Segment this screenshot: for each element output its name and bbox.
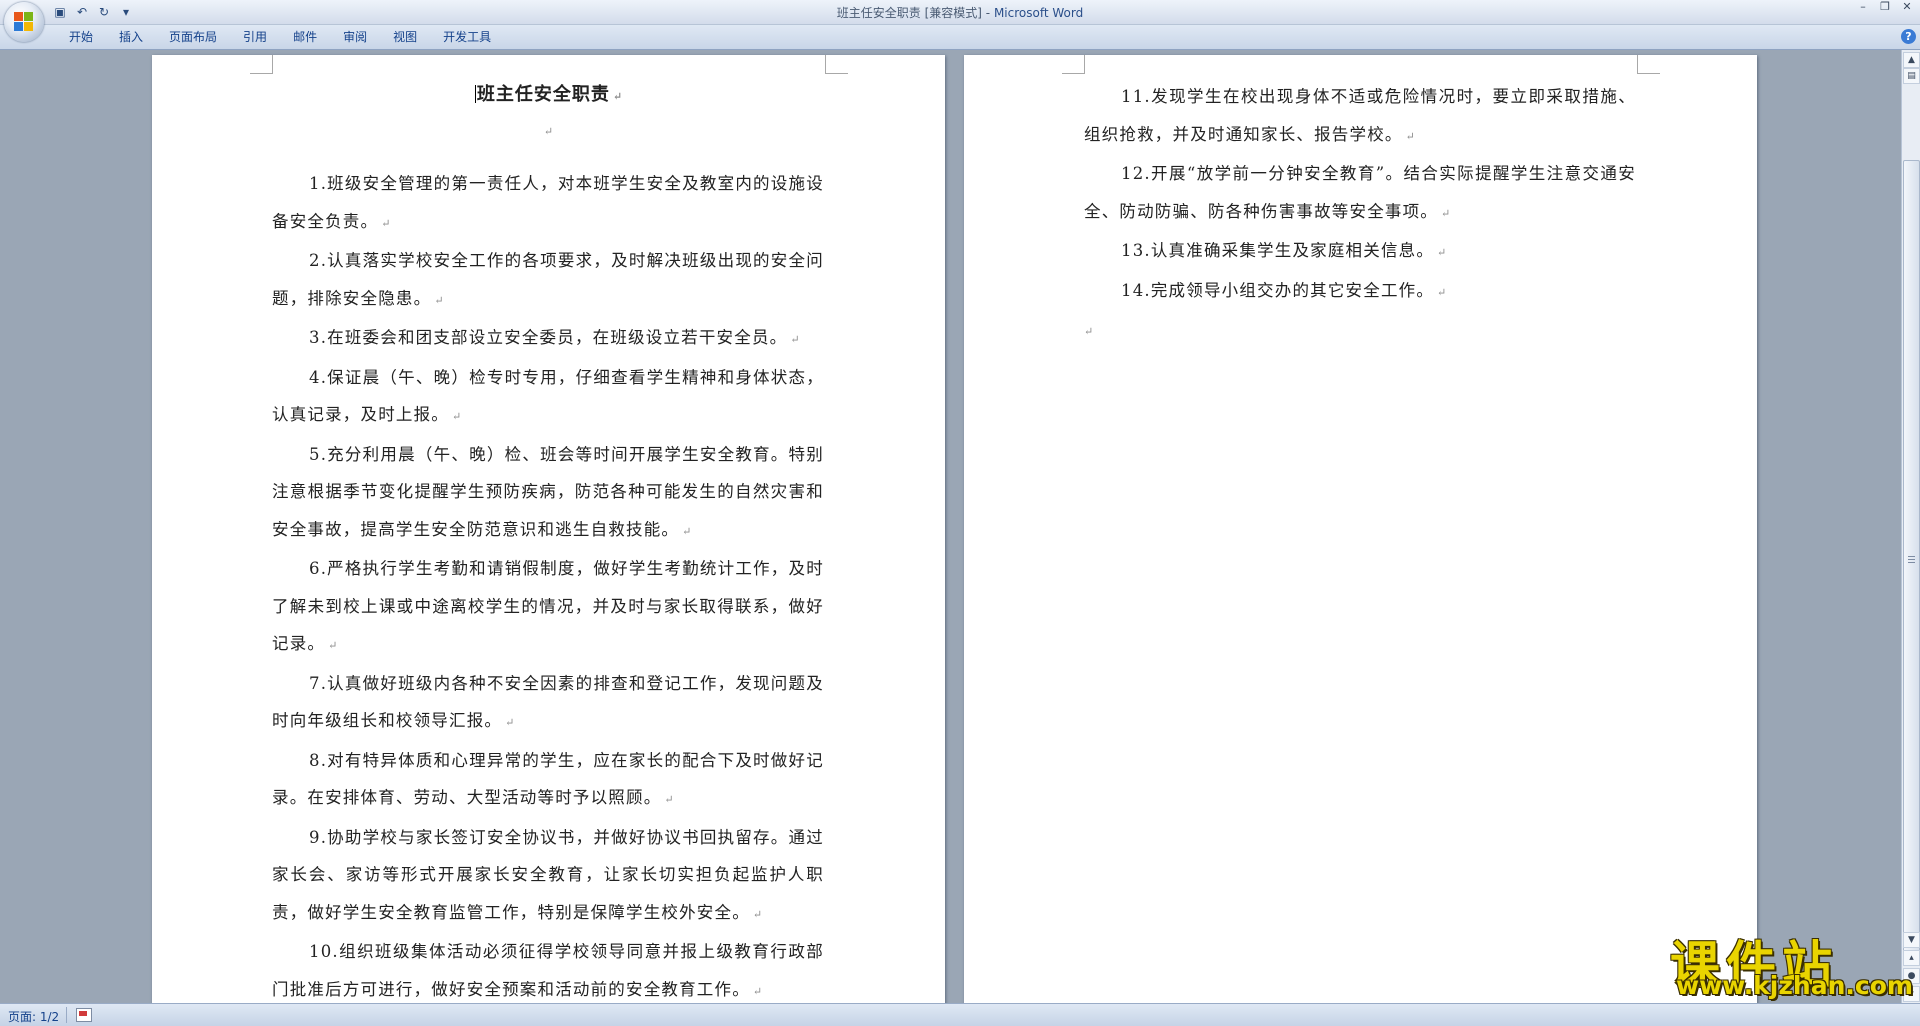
status-divider	[66, 1007, 67, 1023]
paragraph-text: 1.班级安全管理的第一责任人，对本班学生安全及教室内的设施设备安全负责。	[272, 174, 824, 231]
paragraph: 4.保证晨（午、晚）检专时专用，仔细查看学生精神和身体状态，认真记录，及时上报。…	[272, 359, 824, 436]
paragraph-mark: ↵	[328, 639, 338, 652]
minimize-button[interactable]: –	[1852, 0, 1874, 16]
office-button[interactable]	[4, 2, 44, 42]
paragraph-mark: ↵	[752, 907, 763, 921]
paragraph-mark: ↵	[752, 984, 763, 998]
paragraph-text: 2.认真落实学校安全工作的各项要求，及时解决班级出现的安全问题，排除安全隐患。	[272, 251, 824, 308]
paragraph-text: 14.完成领导小组交办的其它安全工作。	[1121, 280, 1435, 300]
document-title-text: 班主任安全职责	[476, 84, 610, 105]
paragraph: 7.认真做好班级内各种不安全因素的排查和登记工作，发现问题及时向年级组长和校领导…	[272, 665, 824, 742]
paragraph-text: 9.协助学校与家长签订安全协议书，并做好协议书回执留存。通过家长会、家访等形式开…	[272, 827, 824, 922]
paragraph-mark: ↵	[1405, 129, 1415, 143]
document-page-1[interactable]: 班主任安全职责 ↵ ↵ 1.班级安全管理的第一责任人，对本班学生安全及教室内的设施…	[152, 55, 945, 1003]
office-logo-icon	[14, 12, 34, 32]
paragraph-text: 4.保证晨（午、晚）检专时专用，仔细查看学生精神和身体状态，认真记录，及时上报。	[272, 367, 824, 425]
tab-references[interactable]: 引用	[230, 29, 280, 45]
paragraph-text: 3.在班委会和团支部设立安全委员，在班级设立若干安全员。	[309, 328, 788, 347]
tab-page-layout[interactable]: 页面布局	[156, 29, 230, 45]
empty-paragraph-mark: ↵	[543, 125, 554, 138]
paragraph-mark: ↵	[434, 293, 444, 307]
scroll-grip-icon	[1908, 556, 1915, 564]
tab-review[interactable]: 审阅	[330, 29, 380, 45]
crop-mark	[1637, 55, 1660, 74]
empty-paragraph: ↵	[1084, 311, 1636, 351]
paragraph-text: 7.认真做好班级内各种不安全因素的排查和登记工作，发现问题及时向年级组长和校领导…	[272, 673, 824, 731]
tab-mailings[interactable]: 邮件	[280, 29, 330, 45]
tab-home[interactable]: 开始	[56, 29, 106, 45]
title-bar: ▣ ↶ ↻ ▾ 班主任安全职责 [兼容模式] - Microsoft Word …	[0, 0, 1920, 25]
crop-mark	[825, 55, 848, 74]
paragraph-mark: ↵	[1437, 285, 1447, 299]
text-cursor	[474, 85, 476, 103]
paragraph: 12.开展“放学前一分钟安全教育”。结合实际提醒学生注意交通安全、防动防骗、防各…	[1084, 155, 1636, 232]
document-page-2[interactable]: 11.发现学生在校出现身体不适或危险情况时，要立即采取措施、组织抢救，并及时通知…	[964, 55, 1757, 1003]
paragraph-mark: ↵	[1084, 325, 1094, 338]
paragraph-text: 5.充分利用晨（午、晚）检、班会等时间开展学生安全教育。特别注意根据季节变化提醒…	[272, 444, 824, 539]
crop-mark	[1062, 55, 1085, 74]
ribbon: 开始 插入 页面布局 引用 邮件 审阅 视图 开发工具 ?	[0, 25, 1920, 50]
site-watermark: 课件站 www.kjzhan.com	[1668, 925, 1913, 1005]
paragraph-text: 6.严格执行学生考勤和请销假制度，做好学生考勤统计工作，及时了解未到校上课或中途…	[272, 559, 824, 653]
document-name: 班主任安全职责 [兼容模式]	[836, 6, 982, 20]
paragraph: 3.在班委会和团支部设立安全委员，在班级设立若干安全员。 ↵	[272, 319, 824, 359]
window-title: 班主任安全职责 [兼容模式] - Microsoft Word	[0, 4, 1920, 21]
paragraph-mark: ↵	[664, 793, 674, 806]
paragraph-mark: ↵	[790, 333, 800, 346]
paragraph: 6.严格执行学生考勤和请销假制度，做好学生考勤统计工作，及时了解未到校上课或中途…	[272, 550, 824, 665]
scroll-up-icon[interactable]: ▲	[1903, 52, 1920, 68]
paragraph: 5.充分利用晨（午、晚）检、班会等时间开展学生安全教育。特别注意根据季节变化提醒…	[272, 436, 824, 551]
paragraph: 13.认真准确采集学生及家庭相关信息。 ↵	[1084, 232, 1636, 272]
paragraph: 9.协助学校与家长签订安全协议书，并做好协议书回执留存。通过家长会、家访等形式开…	[272, 819, 824, 934]
paragraph-text: 8.对有特异体质和心理异常的学生，应在家长的配合下及时做好记录。在安排体育、劳动…	[272, 750, 824, 808]
page-1-body: 1.班级安全管理的第一责任人，对本班学生安全及教室内的设施设备安全负责。 ↵ 2.认…	[272, 165, 824, 1003]
scroll-thumb[interactable]	[1903, 160, 1920, 962]
page-count-status[interactable]: 页面: 1/2	[8, 1008, 59, 1025]
paragraph-text: 13.认真准确采集学生及家庭相关信息。	[1121, 241, 1435, 260]
ribbon-tabs: 开始 插入 页面布局 引用 邮件 审阅 视图 开发工具	[56, 29, 504, 45]
ruler-toggle-icon[interactable]: ▤	[1903, 68, 1920, 84]
tab-view[interactable]: 视图	[380, 29, 430, 45]
paragraph: 8.对有特异体质和心理异常的学生，应在家长的配合下及时做好记录。在安排体育、劳动…	[272, 742, 824, 819]
paragraph-mark: ↵	[452, 410, 462, 423]
paragraph-text: 11.发现学生在校出现身体不适或危险情况时，要立即采取措施、组织抢救，并及时通知…	[1084, 87, 1636, 144]
paragraph: 11.发现学生在校出现身体不适或危险情况时，要立即采取措施、组织抢救，并及时通知…	[1084, 78, 1636, 155]
help-icon[interactable]: ?	[1901, 29, 1916, 44]
app-name: Microsoft Word	[993, 6, 1084, 20]
paragraph: 2.认真落实学校安全工作的各项要求，及时解决班级出现的安全问题，排除安全隐患。 ↵	[272, 242, 824, 319]
paragraph: 14.完成领导小组交办的其它安全工作。 ↵	[1084, 272, 1636, 312]
paragraph: 10.组织班级集体活动必须征得学校领导同意并报上级教育行政部门批准后方可进行，做…	[272, 933, 824, 1003]
close-button[interactable]: ✕	[1896, 0, 1918, 16]
paragraph-mark: ↵	[1441, 206, 1451, 220]
paragraph-mark: ↵	[612, 90, 623, 103]
proofing-status-icon[interactable]	[76, 1008, 92, 1022]
document-title: 班主任安全职责 ↵	[152, 80, 945, 106]
tab-developer[interactable]: 开发工具	[430, 29, 504, 45]
crop-mark	[250, 55, 273, 74]
tab-insert[interactable]: 插入	[106, 29, 156, 45]
paragraph: 1.班级安全管理的第一责任人，对本班学生安全及教室内的设施设备安全负责。 ↵	[272, 165, 824, 242]
vertical-scrollbar[interactable]: ▲ ▤ ▼ ▴ ● ▾	[1901, 50, 1920, 1003]
paragraph-mark: ↵	[381, 216, 391, 230]
document-workspace[interactable]: 班主任安全职责 ↵ ↵ 1.班级安全管理的第一责任人，对本班学生安全及教室内的设施…	[0, 50, 1900, 1003]
paragraph-text: 10.组织班级集体活动必须征得学校领导同意并报上级教育行政部门批准后方可进行，做…	[272, 942, 824, 999]
paragraph-text: 12.开展“放学前一分钟安全教育”。结合实际提醒学生注意交通安全、防动防骗、防各…	[1084, 164, 1636, 221]
paragraph-mark: ↵	[1437, 246, 1447, 259]
restore-button[interactable]: ❐	[1874, 0, 1896, 16]
window-controls: – ❐ ✕	[1852, 0, 1918, 16]
watermark-url: www.kjzhan.com	[1676, 971, 1913, 1000]
status-bar: 页面: 1/2	[0, 1003, 1920, 1026]
paragraph-mark: ↵	[682, 524, 692, 538]
page-2-body: 11.发现学生在校出现身体不适或危险情况时，要立即采取措施、组织抢救，并及时通知…	[1084, 78, 1636, 351]
paragraph-mark: ↵	[505, 716, 515, 729]
title-separator: -	[981, 6, 994, 20]
